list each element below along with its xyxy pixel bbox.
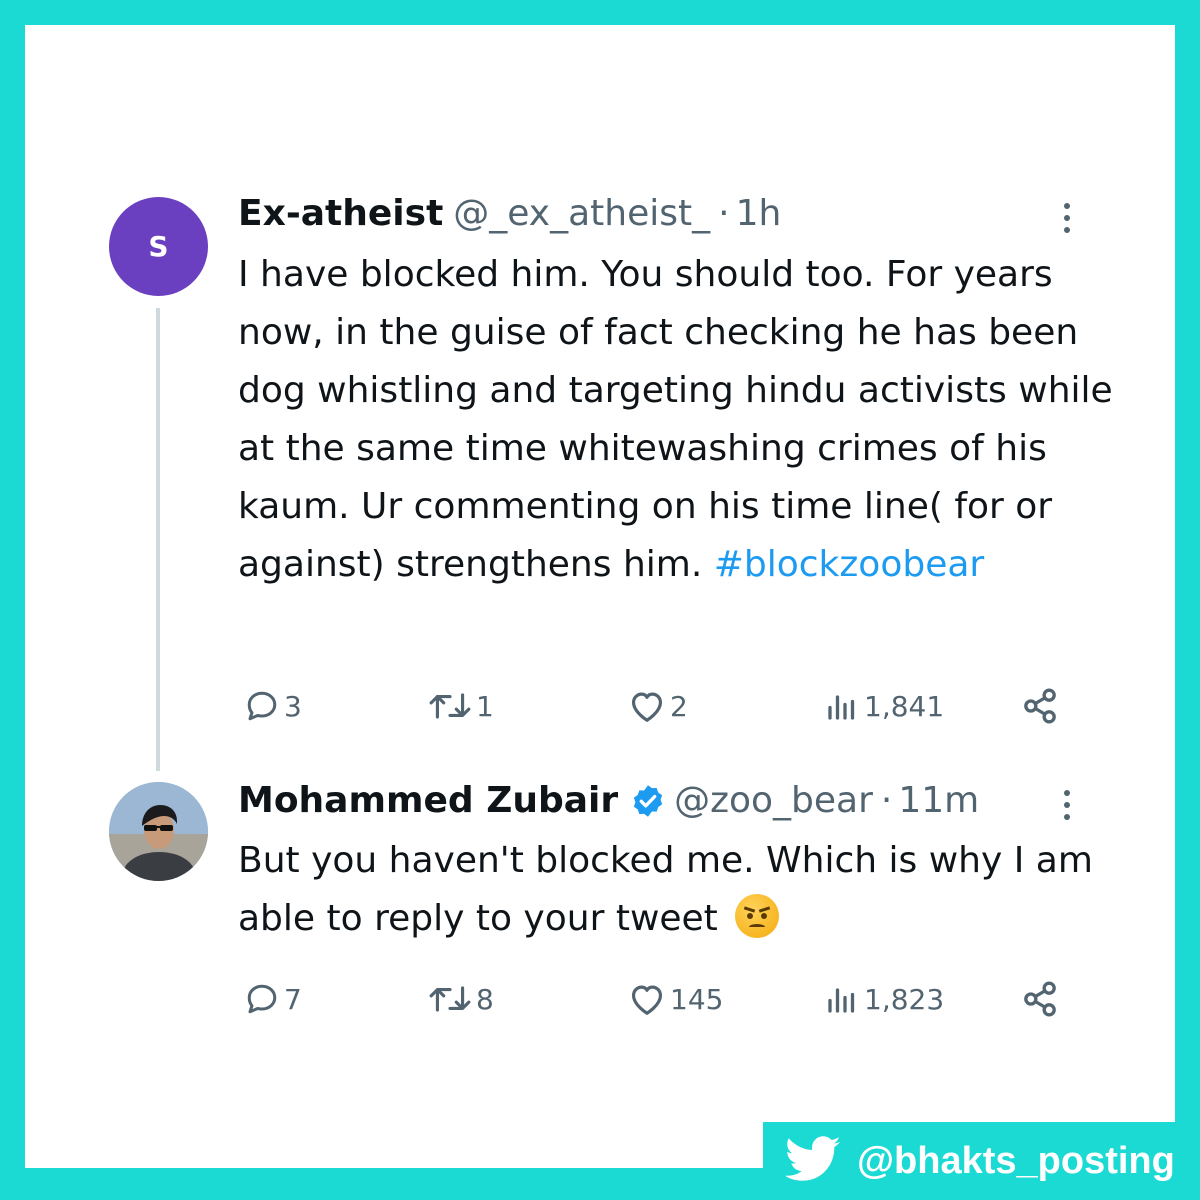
tweet2-retweet-button[interactable]: 8	[428, 977, 494, 1021]
tweet2-retweet-count: 8	[476, 982, 494, 1016]
tweet1-text: I have blocked him. You should too. For …	[238, 246, 1118, 594]
tweet2-text: But you haven't blocked me. Which is why…	[238, 832, 1118, 948]
tweet1-share-button[interactable]	[1020, 684, 1060, 728]
tweet2-header: Mohammed Zubair @zoo_bear · 11m	[238, 780, 979, 821]
tweet2-handle[interactable]: @zoo_bear	[674, 780, 873, 821]
avatar-ex-atheist[interactable]: S	[109, 197, 208, 296]
tweet2-display-name[interactable]: Mohammed Zubair	[238, 780, 618, 821]
heart-icon	[631, 692, 663, 722]
avatar-mohammed-zubair[interactable]	[109, 782, 208, 881]
tweet1-more-icon[interactable]	[1064, 203, 1072, 233]
tweet1-like-count: 2	[670, 689, 688, 723]
views-icon	[828, 695, 855, 720]
avatar-letter: S	[148, 230, 169, 263]
watermark-handle: @bhakts_posting	[857, 1139, 1175, 1182]
tweet1-body: I have blocked him. You should too. For …	[238, 254, 1113, 585]
tweet2-reply-count: 7	[284, 982, 302, 1016]
tweet1-actions: 3 1 2 1,841	[238, 684, 1078, 728]
tweet2-separator: ·	[880, 780, 893, 821]
tweet1-separator: ·	[718, 193, 730, 234]
thread-connector-line	[156, 308, 160, 771]
tweet1-header: Ex-atheist @_ex_atheist_ · 1h	[238, 193, 781, 234]
tweet1-reply-button[interactable]: 3	[244, 684, 302, 728]
tweet-card: S Ex-atheist @_ex_atheist_ · 1h I have b…	[25, 25, 1175, 1168]
verified-badge-icon	[634, 784, 663, 817]
tweet2-time[interactable]: 11m	[898, 780, 979, 821]
tweet1-retweet-count: 1	[476, 689, 494, 723]
tweet1-reply-count: 3	[284, 689, 302, 723]
tweet1-time[interactable]: 1h	[736, 193, 782, 234]
tweet2-like-button[interactable]: 145	[628, 977, 723, 1021]
retweet-icon	[429, 986, 471, 1012]
profile-photo-icon	[109, 782, 208, 881]
tweet2-views-button[interactable]: 1,823	[824, 977, 944, 1021]
share-icon	[1024, 981, 1056, 1017]
tweet1-view-count: 1,841	[864, 689, 945, 723]
tweet2-reply-button[interactable]: 7	[244, 977, 302, 1021]
twitter-bird-icon	[785, 1136, 841, 1181]
angry-face-icon	[735, 894, 780, 938]
tweet1-retweet-button[interactable]: 1	[428, 684, 494, 728]
tweet1-like-button[interactable]: 2	[628, 684, 688, 728]
tweet2-like-count: 145	[670, 982, 724, 1016]
watermark-bar: @bhakts_posting	[763, 1122, 1200, 1200]
tweet1-views-button[interactable]: 1,841	[824, 684, 944, 728]
reply-icon	[247, 984, 277, 1014]
heart-icon	[631, 985, 663, 1015]
tweet2-more-icon[interactable]	[1064, 790, 1072, 820]
retweet-icon	[429, 693, 471, 719]
reply-icon	[247, 691, 277, 721]
hashtag-link[interactable]: #blockzoobear	[714, 544, 985, 585]
tweet2-actions: 7 8 145 1,823	[238, 977, 1078, 1021]
tweet2-share-button[interactable]	[1020, 977, 1060, 1021]
tweet2-body: But you haven't blocked me. Which is why…	[238, 840, 1093, 939]
tweet1-display-name[interactable]: Ex-atheist	[238, 193, 443, 234]
tweet1-handle[interactable]: @_ex_atheist_	[453, 193, 710, 234]
share-icon	[1024, 688, 1056, 724]
tweet2-view-count: 1,823	[864, 982, 945, 1016]
views-icon	[828, 988, 855, 1013]
